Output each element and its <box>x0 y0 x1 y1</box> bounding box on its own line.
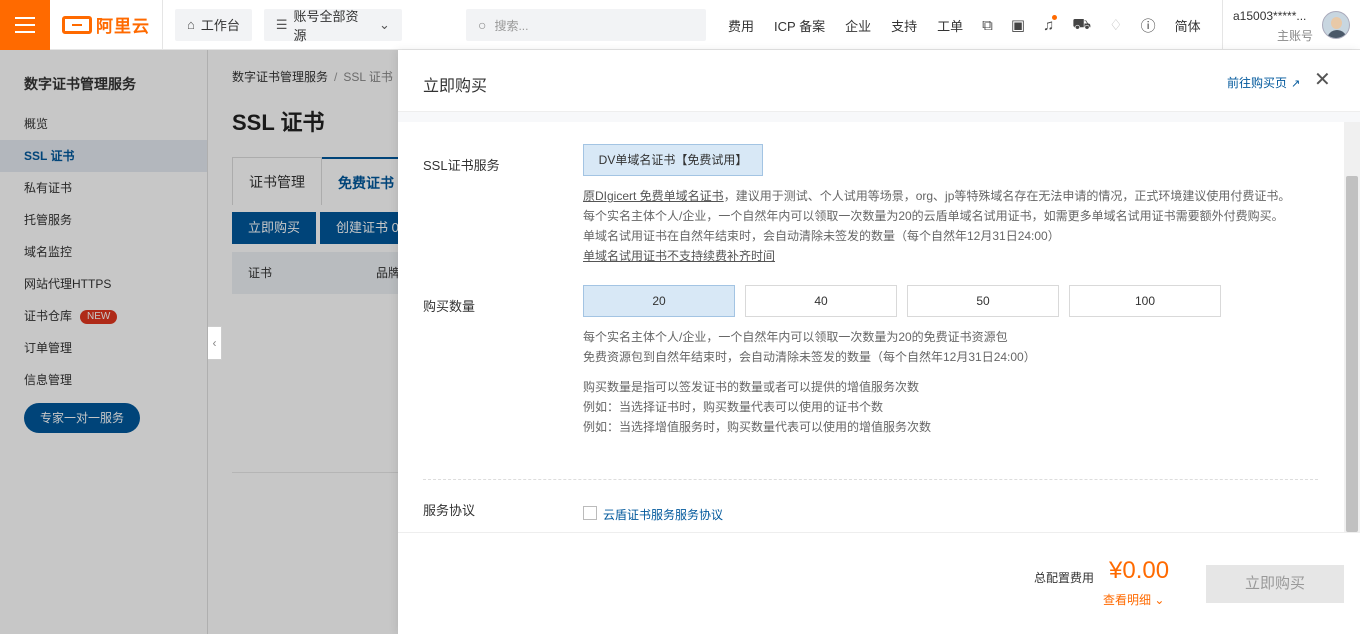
workbench-button[interactable]: ⌂ 工作台 <box>175 8 252 41</box>
ssl-option-dv-free[interactable]: DV单域名证书【免费试用】 <box>583 144 763 176</box>
top-links: 费用 ICP 备案 企业 支持 工单 ⧉ ▣ ♫ ⛟ ♢ ⓘ 简体 <box>718 0 1211 50</box>
search-placeholder: 搜索... <box>494 18 529 33</box>
top-link-icp[interactable]: ICP 备案 <box>774 16 825 35</box>
qty-desc-line: 免费资源包到自然年结束时，会自动清除未签发的数量（每个自然年12月31日24:0… <box>583 350 1036 364</box>
qty-explain-line: 例如：当选择证书时，购买数量代表可以使用的证书个数 <box>583 400 884 414</box>
aliyun-logo-icon <box>62 15 92 34</box>
workbench-label: 工作台 <box>200 18 240 33</box>
total-price: ¥0.00 <box>1109 557 1170 584</box>
ssl-desc-line2: 每个实名主体个人/企业，一个自然年内可以领取一次数量为20的云盾单域名试用证书，… <box>583 209 1284 223</box>
goto-purchase-link[interactable]: 前往购买页 ↗ <box>1227 74 1300 91</box>
resources-label: 账号全部资源 <box>293 8 359 43</box>
search-input[interactable]: ○ 搜索... <box>466 9 706 41</box>
ssl-desc-line3: 单域名试用证书在自然年结束时，会自动清除未签发的数量（每个自然年12月31日24… <box>583 229 1060 243</box>
agreement-checkbox[interactable] <box>583 506 597 520</box>
buy-drawer: 立即购买 前往购买页 ↗ ✕ SSL证书服务 DV单域名证书【免费试用】 原DIg… <box>398 50 1360 634</box>
menu-icon[interactable] <box>0 0 50 50</box>
quantity-option-40[interactable]: 40 <box>745 285 897 317</box>
chevron-left-icon[interactable]: ‹ <box>208 326 222 360</box>
account-name: a15003*****... <box>1233 9 1307 23</box>
drawer-header: 立即购买 前往购买页 ↗ ✕ <box>398 50 1360 112</box>
quantity-description: 每个实名主体个人/企业，一个自然年内可以领取一次数量为20的免费证书资源包 免费… <box>583 327 1036 367</box>
external-link-icon: ↗ <box>1291 78 1301 90</box>
account-menu[interactable]: a15003*****... 主账号 <box>1222 0 1360 50</box>
submit-buy-button[interactable]: 立即购买 <box>1206 565 1344 603</box>
total-label: 总配置费用 <box>1034 571 1095 585</box>
logo[interactable]: 阿里云 <box>62 0 163 50</box>
section-divider <box>423 479 1318 480</box>
code-icon[interactable]: ⧉ <box>982 17 993 34</box>
qty-desc-line: 每个实名主体个人/企业，一个自然年内可以领取一次数量为20的免费证书资源包 <box>583 330 1008 344</box>
drawer-title: 立即购买 <box>423 78 488 95</box>
form-card: SSL证书服务 DV单域名证书【免费试用】 原DIgicert 免费单域名证书，… <box>398 122 1344 532</box>
qty-explain-line: 例如：当选择增值服务时，购买数量代表可以使用的增值服务次数 <box>583 420 932 434</box>
top-link-fees[interactable]: 费用 <box>728 16 754 35</box>
top-link-ticket[interactable]: 工单 <box>937 16 963 35</box>
help-icon[interactable]: ⓘ <box>1141 15 1156 36</box>
top-link-support[interactable]: 支持 <box>891 16 917 35</box>
quantity-option-50[interactable]: 50 <box>907 285 1059 317</box>
logo-text: 阿里云 <box>96 17 150 36</box>
search-icon: ○ <box>478 17 487 33</box>
view-details-link[interactable]: 查看明细 ⌄ <box>1103 591 1164 608</box>
home-icon: ⌂ <box>187 17 195 32</box>
top-link-enterprise[interactable]: 企业 <box>845 16 871 35</box>
avatar[interactable] <box>1322 11 1350 39</box>
ssl-service-label: SSL证书服务 <box>423 158 500 173</box>
agreement-link[interactable]: 云盾证书服务服务协议 <box>603 506 723 523</box>
quantity-option-20[interactable]: 20 <box>583 285 735 317</box>
top-bar: 阿里云 ⌂ 工作台 ☰ 账号全部资源 ⌄ ○ 搜索... 费用 ICP 备案 企… <box>0 0 1360 50</box>
qty-explain-line: 购买数量是指可以签发证书的数量或者可以提供的增值服务次数 <box>583 380 920 394</box>
drawer-footer: 总配置费用 ¥0.00 查看明细 ⌄ 立即购买 <box>398 532 1360 634</box>
chevron-down-icon: ⌄ <box>1154 593 1165 607</box>
language-switch[interactable]: 简体 <box>1175 16 1201 35</box>
bulb-icon[interactable]: ♢ <box>1109 16 1122 34</box>
digicert-link[interactable]: 原DIgicert 免费单域名证书 <box>583 189 724 203</box>
ssl-desc-line1: ，建议用于测试、个人试用等场景，org、jp等特殊域名存在无法申请的情况，正式环… <box>723 189 1291 203</box>
quantity-explanation: 购买数量是指可以签发证书的数量或者可以提供的增值服务次数 例如：当选择证书时，购… <box>583 377 931 437</box>
quantity-label: 购买数量 <box>423 299 476 314</box>
drawer-body: SSL证书服务 DV单域名证书【免费试用】 原DIgicert 免费单域名证书，… <box>398 112 1360 532</box>
agreement-label: 服务协议 <box>423 503 476 518</box>
goto-purchase-label: 前往购买页 <box>1227 76 1288 90</box>
scrollbar-thumb[interactable] <box>1346 176 1358 532</box>
account-type: 主账号 <box>1277 29 1314 43</box>
view-details-label: 查看明细 <box>1103 593 1152 607</box>
ssl-description: 原DIgicert 免费单域名证书，建议用于测试、个人试用等场景，org、jp等… <box>583 186 1290 266</box>
no-renewal-link[interactable]: 单域名试用证书不支持续费补齐时间 <box>583 246 1290 266</box>
terminal-icon[interactable]: ▣ <box>1011 16 1025 34</box>
list-icon: ☰ <box>275 16 288 32</box>
quantity-option-100[interactable]: 100 <box>1069 285 1221 317</box>
close-icon[interactable]: ✕ <box>1314 70 1331 90</box>
chevron-down-icon: ⌄ <box>378 16 390 32</box>
cart-icon[interactable]: ⛟ <box>1072 16 1091 35</box>
bell-icon[interactable]: ♫ <box>1043 14 1058 34</box>
resources-dropdown[interactable]: ☰ 账号全部资源 ⌄ <box>263 8 402 43</box>
